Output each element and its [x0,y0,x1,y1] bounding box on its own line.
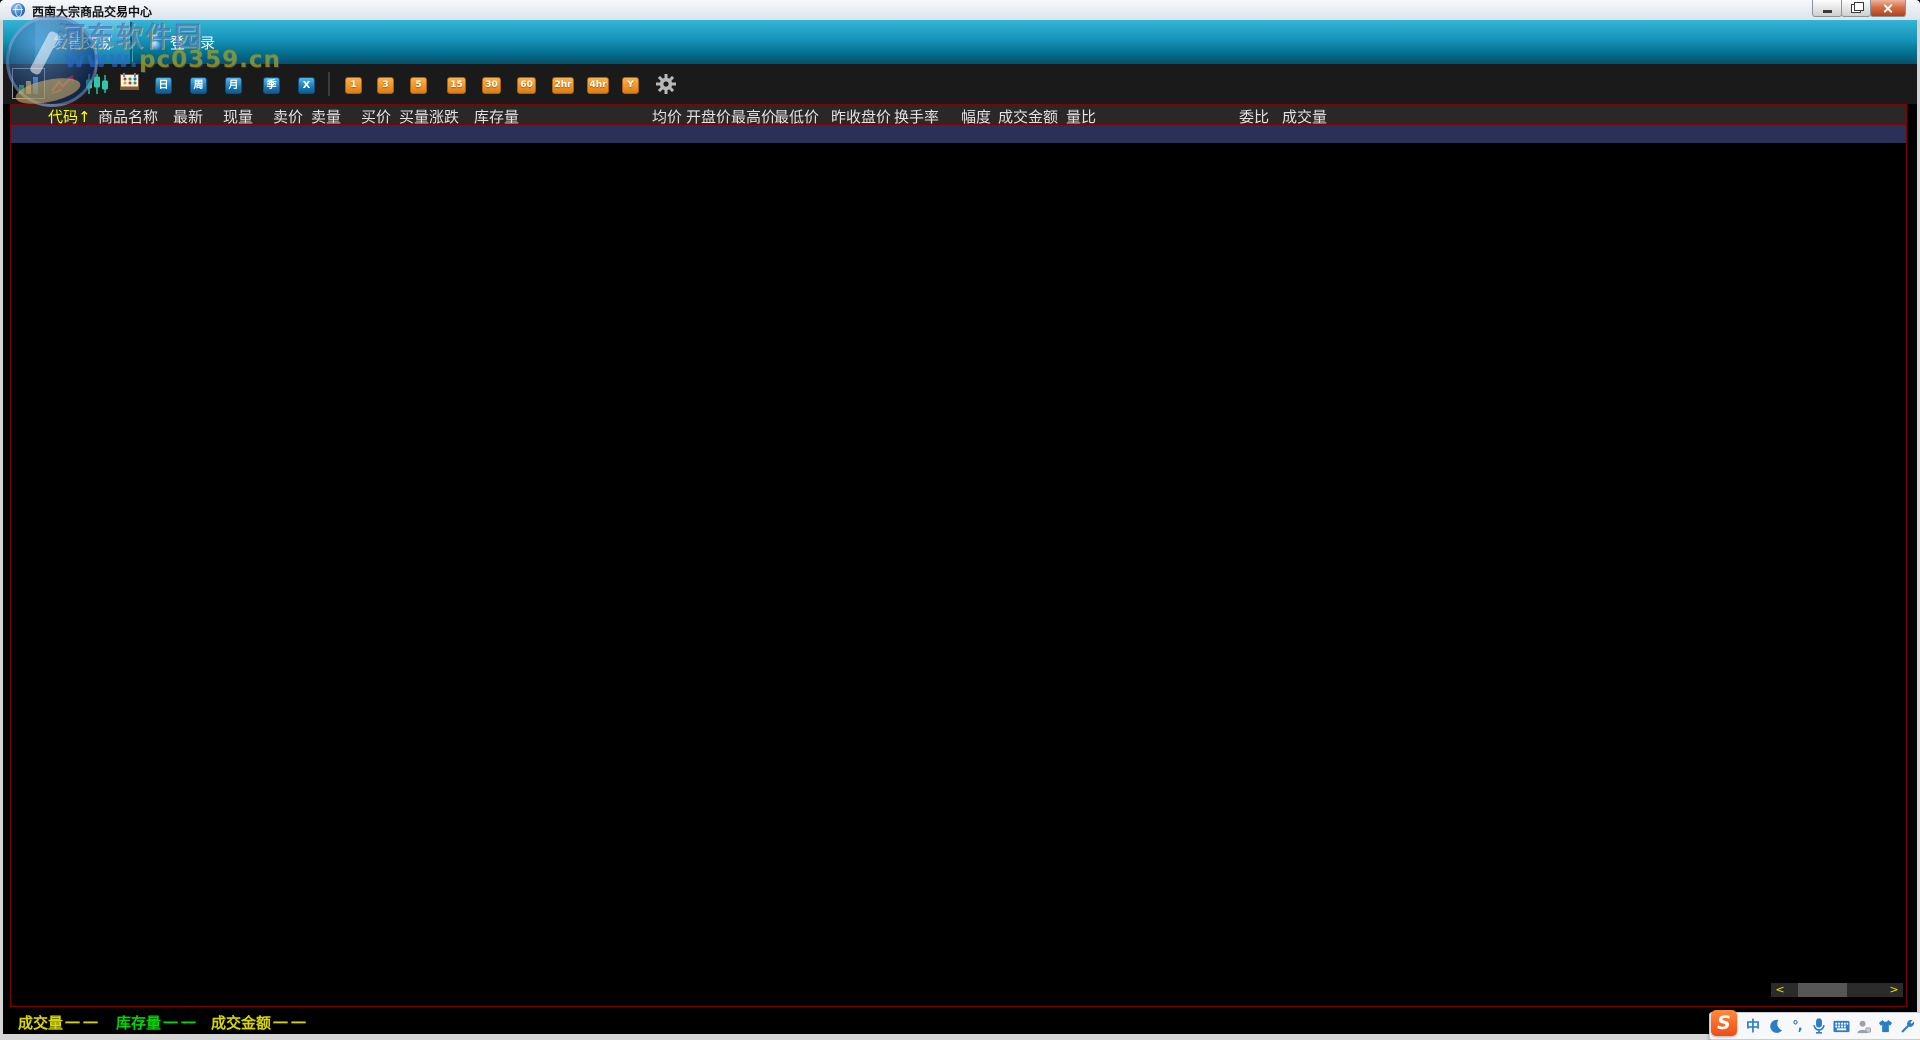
period-button-4hr[interactable]: 4hr [587,77,609,94]
column-header[interactable]: 均价 [652,106,682,127]
window-frame-left [0,20,3,1040]
menu-item-login[interactable]: 登 录 [139,20,239,64]
app-globe-icon [11,3,25,17]
column-header[interactable]: 现量 [223,106,253,127]
period-button-month[interactable]: 月 [225,77,242,94]
sogou-logo-icon[interactable]: S [1711,1010,1737,1036]
ime-fullwidth-moon-icon[interactable] [1765,1017,1785,1035]
maximize-icon [1851,1,1864,13]
column-header[interactable]: 换手率 [894,106,939,127]
column-header[interactable]: 最高价 [731,106,776,127]
status-bar: 成交量 一一 库存量 一一 成交金额 一一 [3,1008,1917,1034]
period-button-3min[interactable]: 3 [377,77,394,94]
ime-toolbox-wrench-icon[interactable] [1897,1017,1917,1035]
minimize-button[interactable] [1812,0,1842,17]
column-header[interactable]: 量比 [1066,106,1096,127]
column-header[interactable]: 库存量 [474,106,519,127]
ime-toolbar: S 中 °, [1709,1010,1920,1040]
ime-skin-tshirt-icon[interactable] [1875,1017,1895,1035]
scrollbar-thumb[interactable] [1798,983,1847,997]
person-icon [149,33,162,51]
status-turnover: 成交金额 一一 [211,1014,310,1032]
period-button-day[interactable]: 日 [155,77,172,94]
column-header[interactable]: 幅度 [961,106,991,127]
period-button-5min[interactable]: 5 [410,77,427,94]
window-frame-bottom [0,1034,1920,1040]
ime-punctuation-icon[interactable]: °, [1787,1017,1807,1035]
period-button-2hr[interactable]: 2hr [552,77,574,94]
menu-bar: 发售交易 登 录 [3,20,1917,64]
period-button-quarter[interactable]: 季 [263,77,280,94]
period-button-year[interactable]: Y [622,77,639,94]
selected-row[interactable] [11,125,1906,143]
menu-item-issue-trading[interactable]: 发售交易 [35,20,130,64]
window-title: 西南大宗商品交易中心 [32,5,153,19]
column-header[interactable]: 买价 [361,106,391,127]
trend-line-view-button[interactable] [50,74,76,94]
column-header[interactable]: 商品名称 [98,106,158,127]
column-header[interactable]: 昨收盘价 [831,106,891,127]
quote-table: 代码↑ 商品名称 最新 现量 卖价 卖量 买价 买量 涨跌 库存量 均价 开盘价… [10,104,1907,1007]
menu-separator [130,22,133,62]
maximize-button[interactable] [1841,0,1871,17]
ime-chinese-mode-icon[interactable]: 中 [1743,1017,1763,1035]
menu-label: 发售交易 [52,33,113,52]
bar-chart-view-button[interactable] [12,68,45,99]
column-header[interactable]: 涨跌 [429,106,459,127]
minimize-icon [1822,9,1832,13]
candlestick-view-button[interactable] [85,73,109,95]
period-button-x[interactable]: X [298,77,315,94]
horizontal-scrollbar[interactable]: < > [1771,983,1903,997]
scroll-left-arrow-icon[interactable]: < [1773,983,1787,997]
close-button[interactable] [1870,0,1906,17]
period-button-15min[interactable]: 15 [447,77,466,94]
column-header[interactable]: 卖价 [273,106,303,127]
title-bar: 西南大宗商品交易中心 [0,0,1920,21]
ime-microphone-icon[interactable] [1809,1017,1829,1035]
column-header[interactable]: 最新 [173,106,203,127]
period-button-week[interactable]: 周 [190,77,207,94]
ime-keyboard-icon[interactable] [1831,1017,1851,1035]
period-button-1min[interactable]: 1 [345,77,362,94]
status-inventory: 库存量 一一 [116,1014,200,1032]
status-volume: 成交量 一一 [18,1014,102,1032]
column-header[interactable]: 代码↑ [48,106,91,127]
scroll-right-arrow-icon[interactable]: > [1887,983,1901,997]
column-header[interactable]: 买量 [399,106,429,127]
bar-chart-icon [19,85,24,94]
column-header[interactable]: 委比 [1239,106,1269,127]
period-button-30min[interactable]: 30 [482,77,501,94]
period-button-60min[interactable]: 60 [517,77,536,94]
toolbar-separator [328,72,330,96]
column-header[interactable]: 开盘价 [686,106,731,127]
ime-account-icon[interactable] [1853,1017,1873,1035]
toolbar: 日 周 月 季 X 1 3 5 15 30 60 2hr 4hr Y [3,64,1917,104]
column-header[interactable]: 成交金额 [998,106,1058,127]
calendar-icon-button[interactable] [120,73,139,91]
settings-gear-icon[interactable] [655,73,677,95]
column-header[interactable]: 成交量 [1282,106,1327,127]
column-header[interactable]: 最低价 [774,106,819,127]
window-controls [1812,0,1906,17]
table-header-row: 代码↑ 商品名称 最新 现量 卖价 卖量 买价 买量 涨跌 库存量 均价 开盘价… [11,105,1906,127]
column-header[interactable]: 卖量 [311,106,341,127]
menu-label: 登 录 [170,33,216,52]
app-window: 西南大宗商品交易中心 发售交易 登 录 日 周 月 季 X 1 3 5 15 3… [0,0,1920,1040]
close-icon [1883,3,1893,13]
